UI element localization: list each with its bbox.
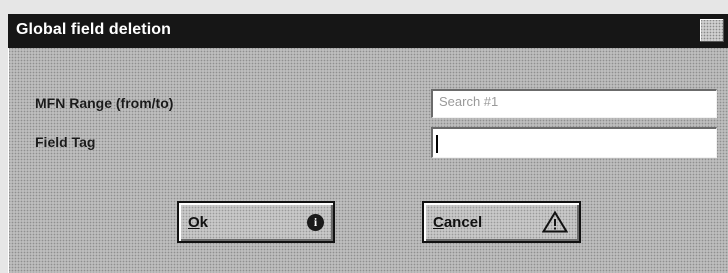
ok-button[interactable]: Ok i — [177, 201, 335, 243]
mfn-range-label: MFN Range (from/to) — [35, 95, 174, 111]
ok-button-label: Ok — [188, 214, 208, 231]
info-icon: i — [307, 214, 324, 231]
cancel-button[interactable]: Cancel — [422, 201, 581, 243]
cancel-label-rest: ancel — [443, 214, 483, 231]
ok-label-rest: k — [199, 214, 209, 231]
dialog-title: Global field deletion — [16, 21, 171, 38]
title-bar[interactable]: Global field deletion — [8, 14, 728, 48]
close-icon[interactable] — [700, 19, 724, 42]
global-field-deletion-dialog: Global field deletion MFN Range (from/to… — [8, 14, 728, 273]
ok-accelerator-letter: O — [188, 214, 200, 231]
text-caret — [436, 135, 438, 153]
warning-icon — [542, 211, 568, 233]
cancel-accelerator-letter: C — [433, 214, 444, 231]
mfn-range-value: Search #1 — [439, 94, 499, 109]
field-tag-input[interactable] — [431, 127, 717, 158]
field-tag-label: Field Tag — [35, 134, 96, 150]
mfn-range-input[interactable]: Search #1 — [431, 89, 717, 118]
cancel-button-label: Cancel — [433, 214, 482, 231]
